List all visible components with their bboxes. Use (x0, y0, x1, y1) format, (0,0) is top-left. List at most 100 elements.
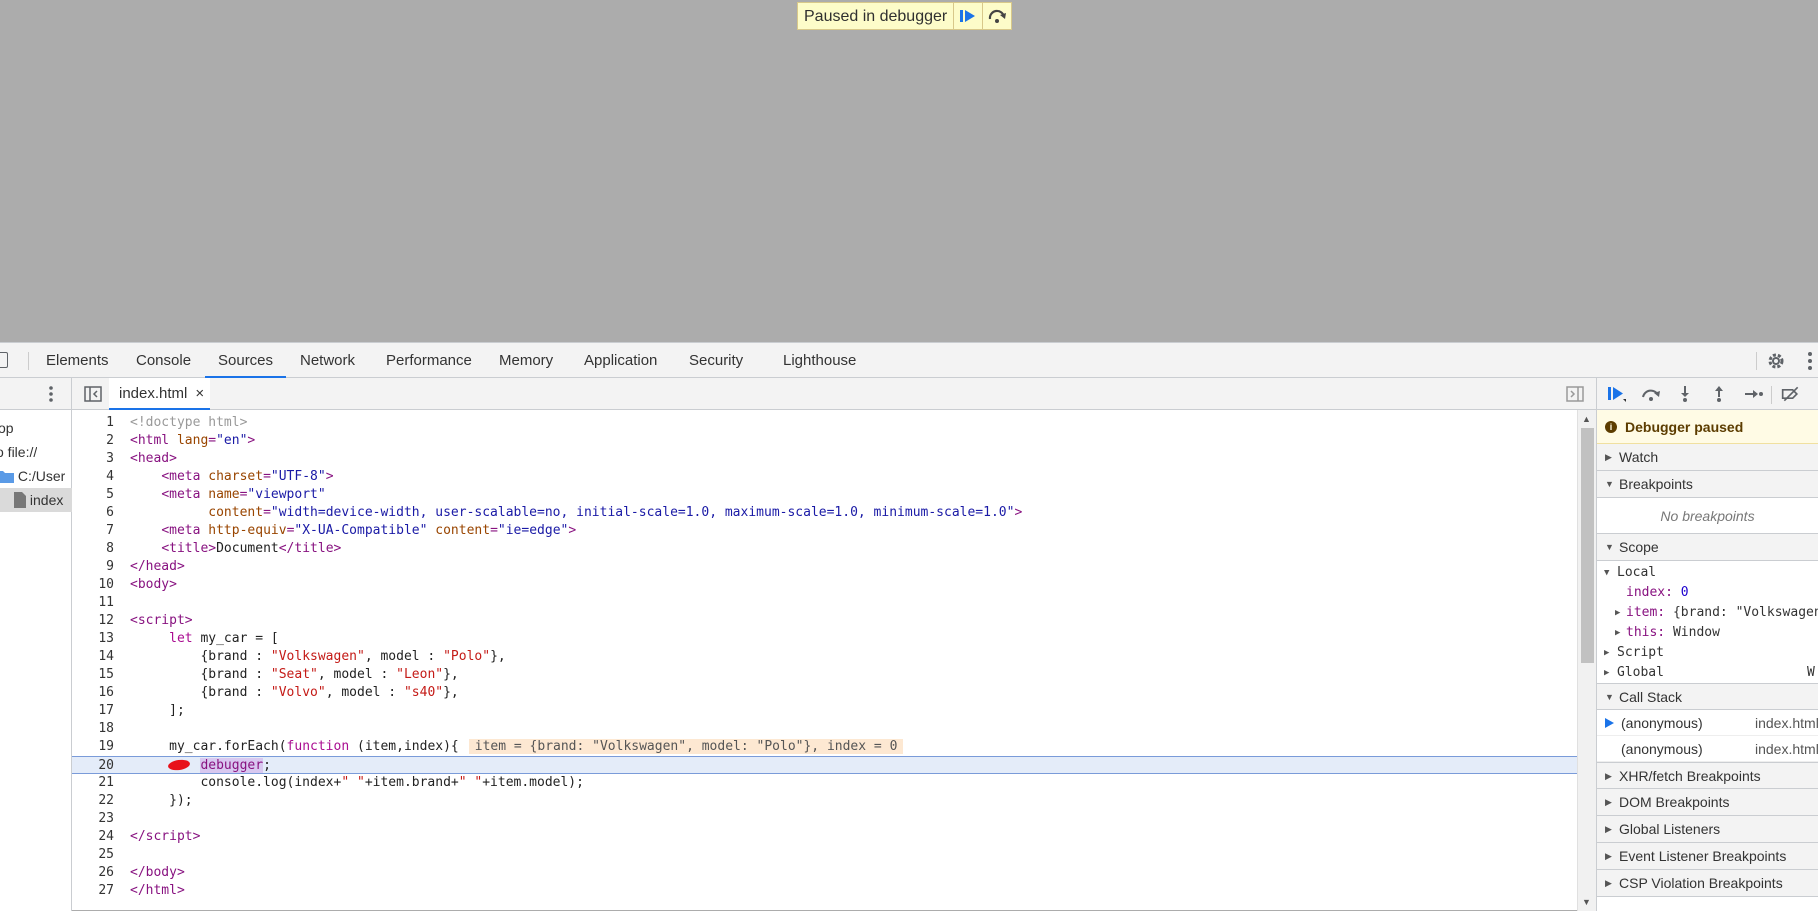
code-line-current-execution: 20 debugger; (72, 756, 1577, 774)
code-line: 8 <title>Document</title> (106, 541, 342, 556)
step-over-icon (989, 9, 1007, 23)
step-over-button[interactable] (982, 3, 1011, 29)
tab-network[interactable]: Network (300, 343, 355, 378)
call-stack-frame-current[interactable]: (anonymous) index.html (1597, 710, 1818, 736)
code-line: 18 (98, 721, 114, 736)
code-line: 23 (98, 811, 114, 826)
expand-triangle-icon: ▶ (1604, 648, 1610, 658)
code-line: 14 {brand : "Volkswagen", model : "Polo"… (98, 649, 506, 664)
call-stack-frame[interactable]: (anonymous) index.html (1597, 736, 1818, 762)
code-line: 27 </html> (98, 883, 185, 898)
folder-icon (0, 471, 14, 483)
step-over-icon[interactable] (1641, 385, 1661, 403)
code-line: 9 </head> (106, 559, 185, 574)
deactivate-breakpoints-icon[interactable] (1781, 385, 1801, 403)
tab-security[interactable]: Security (689, 343, 743, 378)
resume-icon[interactable] (1607, 385, 1627, 403)
tab-application[interactable]: Application (584, 343, 657, 378)
code-line: 7 <meta http-equiv="X-UA-Compatible" con… (106, 523, 577, 538)
tree-item-top[interactable]: op (0, 416, 14, 440)
tree-item-folder[interactable]: C:/User (0, 464, 65, 488)
debugger-toolbar (1597, 378, 1818, 410)
tab-performance[interactable]: Performance (386, 343, 472, 378)
scope-var-item[interactable]: ▶ item: {brand: "Volkswagen" (1597, 603, 1818, 623)
step-out-icon[interactable] (1709, 385, 1729, 403)
section-xhr-breakpoints[interactable]: ▶ XHR/fetch Breakpoints (1597, 762, 1818, 789)
expand-triangle-icon: ▶ (1605, 878, 1612, 888)
device-toolbar-icon[interactable] (0, 352, 8, 368)
resume-button[interactable] (953, 3, 982, 29)
collapse-triangle-icon: ▼ (1605, 692, 1614, 702)
code-line: 22 }); (98, 793, 193, 808)
code-editor-pane: index.html × 1 <!doctype html> 2 <html lan… (72, 378, 1596, 911)
code-line: 2 <html lang="en"> (106, 433, 256, 448)
scrollbar-thumb[interactable] (1581, 428, 1594, 663)
section-call-stack[interactable]: ▼ Call Stack (1597, 683, 1818, 710)
collapse-triangle-icon: ▼ (1605, 542, 1614, 552)
tree-file-label: index (29, 492, 64, 508)
code-line: 16 {brand : "Volvo", model : "s40"}, (98, 685, 459, 700)
current-frame-arrow-icon (1605, 718, 1614, 728)
expand-triangle-icon: ▶ (1605, 452, 1612, 462)
scroll-down-icon[interactable]: ▼ (1582, 897, 1591, 907)
code-line: 25 (98, 847, 114, 862)
code-line: 4 <meta charset="UTF-8"> (106, 469, 334, 484)
scroll-up-icon[interactable]: ▲ (1582, 414, 1591, 424)
section-global-listeners[interactable]: ▶ Global Listeners (1597, 816, 1818, 843)
section-csp-violation-breakpoints[interactable]: ▶ CSP Violation Breakpoints (1597, 870, 1818, 897)
file-icon (14, 492, 26, 508)
paused-in-debugger-banner: Paused in debugger (797, 2, 1013, 30)
editor-scrollbar[interactable]: ▲ ▼ (1577, 410, 1596, 911)
section-watch-label: Watch (1619, 449, 1659, 465)
devtools-panel: Elements Console Sources Network Perform… (0, 342, 1818, 911)
toggle-navigator-icon[interactable] (84, 386, 102, 402)
section-scope[interactable]: ▼ Scope (1597, 534, 1818, 561)
code-line: 26 </body> (98, 865, 185, 880)
tree-item-index-file[interactable]: index (0, 488, 72, 512)
navigator-more-icon[interactable] (47, 385, 55, 403)
debugger-paused-message: i Debugger paused (1597, 410, 1818, 444)
section-breakpoints-label: Breakpoints (1619, 476, 1693, 492)
tab-elements[interactable]: Elements (46, 343, 109, 378)
paused-banner-text: Paused in debugger (804, 8, 948, 25)
tab-console[interactable]: Console (136, 343, 191, 378)
settings-gear-icon[interactable] (1766, 351, 1786, 371)
section-breakpoints[interactable]: ▼ Breakpoints (1597, 471, 1818, 498)
more-options-icon[interactable] (1806, 351, 1814, 371)
step-icon[interactable] (1743, 385, 1763, 403)
code-line: 1 <!doctype html> (106, 415, 248, 430)
section-call-stack-label: Call Stack (1619, 689, 1683, 705)
scope-var-index[interactable]: index: 0 (1597, 583, 1818, 603)
tab-sources[interactable]: Sources (205, 343, 287, 378)
scope-var-this[interactable]: ▶ this: Window (1597, 623, 1818, 643)
code-line: 19 my_car.forEach(function (item,index){… (72, 738, 1577, 756)
code-area[interactable]: 1 <!doctype html> 2 <html lang="en"> 3 <hea… (72, 410, 1577, 911)
file-navigator: op o file:// C:/User index (0, 378, 72, 911)
tab-lighthouse[interactable]: Lighthouse (783, 343, 856, 378)
collapse-triangle-icon: ▼ (1604, 568, 1610, 578)
debugger-paused-label: Debugger paused (1625, 418, 1744, 435)
tree-item-file-origin[interactable]: o file:// (0, 440, 37, 464)
code-line: 17 ]; (98, 703, 185, 718)
scope-global[interactable]: ▶ Global W (1597, 663, 1818, 683)
no-breakpoints-text: No breakpoints (1597, 498, 1818, 534)
close-tab-icon[interactable]: × (195, 385, 204, 402)
editor-tabbar: index.html × (72, 378, 1596, 410)
scope-local[interactable]: ▼ Local (1597, 563, 1818, 583)
debugger-sidebar: i Debugger paused ▶ Watch ▼ Breakpoints No… (1596, 378, 1818, 911)
code-line: 3 <head> (106, 451, 177, 466)
file-tab-index-html[interactable]: index.html × (109, 378, 211, 410)
scope-script[interactable]: ▶ Script (1597, 643, 1818, 663)
tab-memory[interactable]: Memory (499, 343, 553, 378)
section-event-listener-breakpoints[interactable]: ▶ Event Listener Breakpoints (1597, 843, 1818, 870)
code-line: 15 {brand : "Seat", model : "Leon"}, (98, 667, 459, 682)
expand-triangle-icon: ▶ (1615, 628, 1621, 638)
code-line: 11 (98, 595, 114, 610)
section-watch[interactable]: ▶ Watch (1597, 444, 1818, 471)
devtools-tabbar: Elements Console Sources Network Perform… (0, 343, 1818, 378)
step-into-icon[interactable] (1675, 385, 1695, 403)
section-dom-breakpoints[interactable]: ▶ DOM Breakpoints (1597, 789, 1818, 816)
toggle-debugger-icon[interactable] (1566, 386, 1584, 402)
collapse-triangle-icon: ▼ (1605, 479, 1614, 489)
code-line: 21 console.log(index+" "+item.brand+" "+… (98, 775, 584, 790)
